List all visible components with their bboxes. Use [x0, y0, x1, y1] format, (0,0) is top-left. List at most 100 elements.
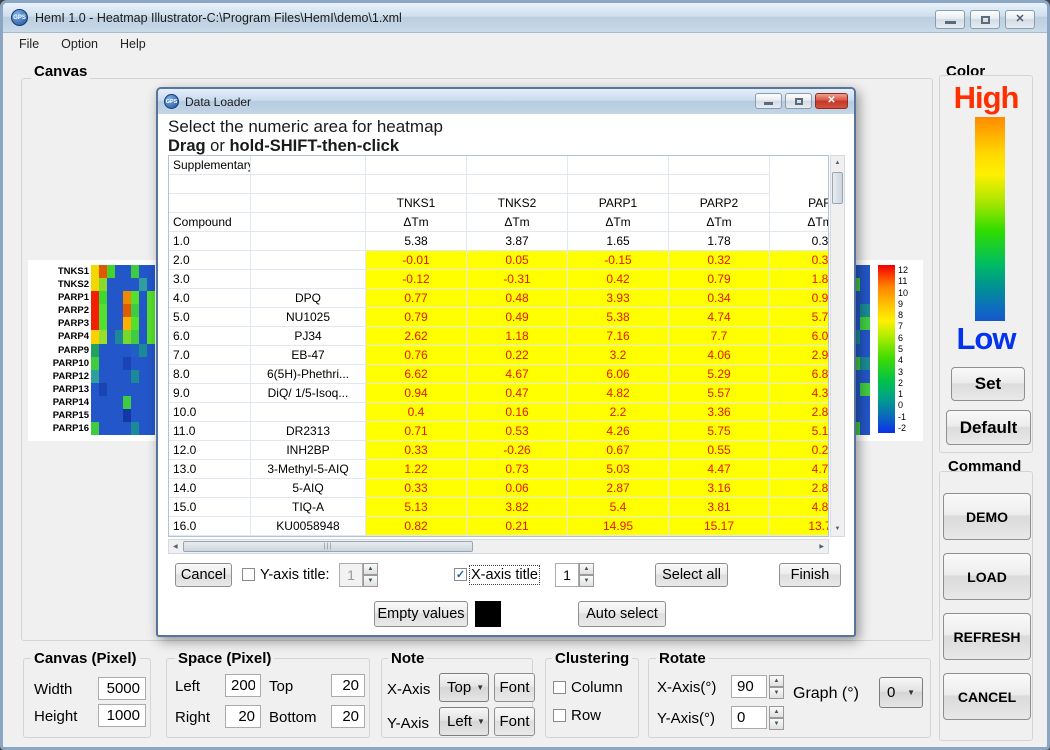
table-cell[interactable]: Compound — [169, 213, 251, 232]
table-cell[interactable]: -0.01 — [366, 251, 467, 270]
table-cell[interactable]: 0.53 — [467, 422, 568, 441]
dialog-close-button[interactable]: ✕ — [815, 93, 848, 109]
menu-item-help[interactable]: Help — [120, 37, 146, 51]
spin-up-icon[interactable]: ▲ — [769, 706, 784, 718]
table-cell[interactable] — [366, 175, 467, 194]
table-cell[interactable]: 4.82 — [568, 384, 669, 403]
table-cell[interactable]: ΔTm — [568, 213, 669, 232]
table-cell[interactable]: 5.38 — [568, 308, 669, 327]
spin-down-icon[interactable]: ▼ — [769, 687, 784, 699]
table-cell[interactable]: PARP2 — [669, 194, 770, 213]
table-cell[interactable]: 2.9 — [770, 346, 829, 365]
table-cell[interactable]: 1.18 — [467, 327, 568, 346]
title-bar[interactable]: GPS HemI 1.0 - Heatmap Illustrator-C:\Pr… — [3, 3, 1047, 33]
table-cell[interactable]: 5.38 — [366, 232, 467, 251]
table-cell[interactable]: 14.0 — [169, 479, 251, 498]
table-cell[interactable]: 4.3 — [770, 384, 829, 403]
table-cell[interactable] — [669, 175, 770, 194]
table-cell[interactable]: 1.78 — [669, 232, 770, 251]
auto-select-button[interactable]: Auto select — [578, 601, 666, 627]
table-cell[interactable]: 3.2 — [568, 346, 669, 365]
table-cell[interactable]: EB-47 — [251, 346, 366, 365]
clustering-column-checkbox[interactable] — [553, 681, 566, 694]
table-cell[interactable]: 6.0 — [169, 327, 251, 346]
spin-up-icon[interactable]: ▲ — [769, 675, 784, 687]
set-button[interactable]: Set — [951, 367, 1025, 401]
table-cell[interactable] — [568, 175, 669, 194]
table-cell[interactable]: 1.22 — [366, 460, 467, 479]
table-cell[interactable]: 6(5H)-Phethri... — [251, 365, 366, 384]
space-left-input[interactable] — [225, 674, 261, 697]
table-cell[interactable]: ΔTm — [467, 213, 568, 232]
table-cell[interactable]: 1.0 — [169, 232, 251, 251]
table-cell[interactable]: 16.0 — [169, 517, 251, 536]
table-cell[interactable]: PJ34 — [251, 327, 366, 346]
table-cell[interactable]: 2.8 — [770, 403, 829, 422]
table-cell[interactable]: 0.82 — [366, 517, 467, 536]
scroll-up-icon[interactable]: ▲ — [831, 160, 844, 166]
table-cell[interactable]: 10.0 — [169, 403, 251, 422]
spin-down-icon[interactable]: ▼ — [769, 718, 784, 730]
close-button[interactable]: ✕ — [1005, 10, 1035, 29]
table-cell[interactable]: -0.15 — [568, 251, 669, 270]
minimize-button[interactable] — [935, 10, 965, 29]
y-axis-title-checkbox[interactable] — [242, 568, 255, 581]
table-cell[interactable] — [251, 251, 366, 270]
spin-up-icon[interactable]: ▲ — [579, 563, 594, 575]
table-cell[interactable]: 5.57 — [669, 384, 770, 403]
spin-down-icon[interactable]: ▼ — [363, 575, 378, 587]
table-cell[interactable]: 0.94 — [366, 384, 467, 403]
table-cell[interactable]: PARP1 — [568, 194, 669, 213]
table-cell[interactable]: TNKS2 — [467, 194, 568, 213]
width-input[interactable] — [98, 677, 146, 700]
menu-item-option[interactable]: Option — [61, 37, 98, 51]
demo-command-button[interactable]: DEMO — [943, 493, 1031, 540]
table-cell[interactable]: 2.0 — [169, 251, 251, 270]
horizontal-scroll-thumb[interactable]: ||| — [183, 541, 473, 552]
table-cell[interactable]: ΔTm — [669, 213, 770, 232]
table-cell[interactable]: KU0058948 — [251, 517, 366, 536]
table-cell[interactable]: 0.05 — [467, 251, 568, 270]
table-cell[interactable]: 9.0 — [169, 384, 251, 403]
table-cell[interactable]: 0.67 — [568, 441, 669, 460]
table-cell[interactable] — [251, 175, 366, 194]
table-cell[interactable]: 5.29 — [669, 365, 770, 384]
table-cell[interactable]: 2.87 — [568, 479, 669, 498]
table-cell[interactable]: TNKS1 — [366, 194, 467, 213]
table-cell[interactable]: 4.7 — [770, 460, 829, 479]
rotate-y-spinner[interactable]: ▲▼ — [769, 706, 784, 730]
table-cell[interactable]: 7.7 — [669, 327, 770, 346]
table-cell[interactable]: 0.4 — [366, 403, 467, 422]
table-cell[interactable]: NU1025 — [251, 308, 366, 327]
table-cell[interactable]: 13.7 — [770, 517, 829, 536]
table-cell[interactable] — [251, 156, 366, 175]
table-cell[interactable]: ΔTm — [366, 213, 467, 232]
color-gradient-bar[interactable] — [975, 117, 1005, 321]
table-cell[interactable]: 3-Methyl-5-AIQ — [251, 460, 366, 479]
table-cell[interactable]: 3.36 — [669, 403, 770, 422]
spin-up-icon[interactable]: ▲ — [363, 563, 378, 575]
table-cell[interactable]: 0.22 — [467, 346, 568, 365]
table-cell[interactable]: 3.16 — [669, 479, 770, 498]
empty-values-button[interactable]: Empty values — [374, 601, 468, 627]
table-cell[interactable]: 1.8 — [770, 270, 829, 289]
table-cell[interactable]: 0.76 — [366, 346, 467, 365]
table-cell[interactable]: 6.8 — [770, 365, 829, 384]
x-axis-position-dropdown[interactable]: Top▼ — [439, 673, 489, 702]
table-cell[interactable]: 4.0 — [169, 289, 251, 308]
table-cell[interactable] — [366, 156, 467, 175]
table-cell[interactable]: 15.0 — [169, 498, 251, 517]
table-cell[interactable]: -0.12 — [366, 270, 467, 289]
table-cell[interactable]: 6.06 — [568, 365, 669, 384]
dialog-restore-button[interactable] — [785, 93, 812, 109]
table-cell[interactable] — [669, 156, 770, 175]
table-cell[interactable]: 3.82 — [467, 498, 568, 517]
table-cell[interactable]: 0.79 — [669, 270, 770, 289]
spin-down-icon[interactable]: ▼ — [579, 575, 594, 587]
y-axis-title-spinner-value[interactable]: 1 — [339, 563, 363, 587]
table-cell[interactable]: 0.3 — [770, 251, 829, 270]
table-cell[interactable]: 0.55 — [669, 441, 770, 460]
table-cell[interactable]: 3.0 — [169, 270, 251, 289]
table-cell[interactable] — [169, 175, 251, 194]
table-cell[interactable]: 0.33 — [366, 441, 467, 460]
